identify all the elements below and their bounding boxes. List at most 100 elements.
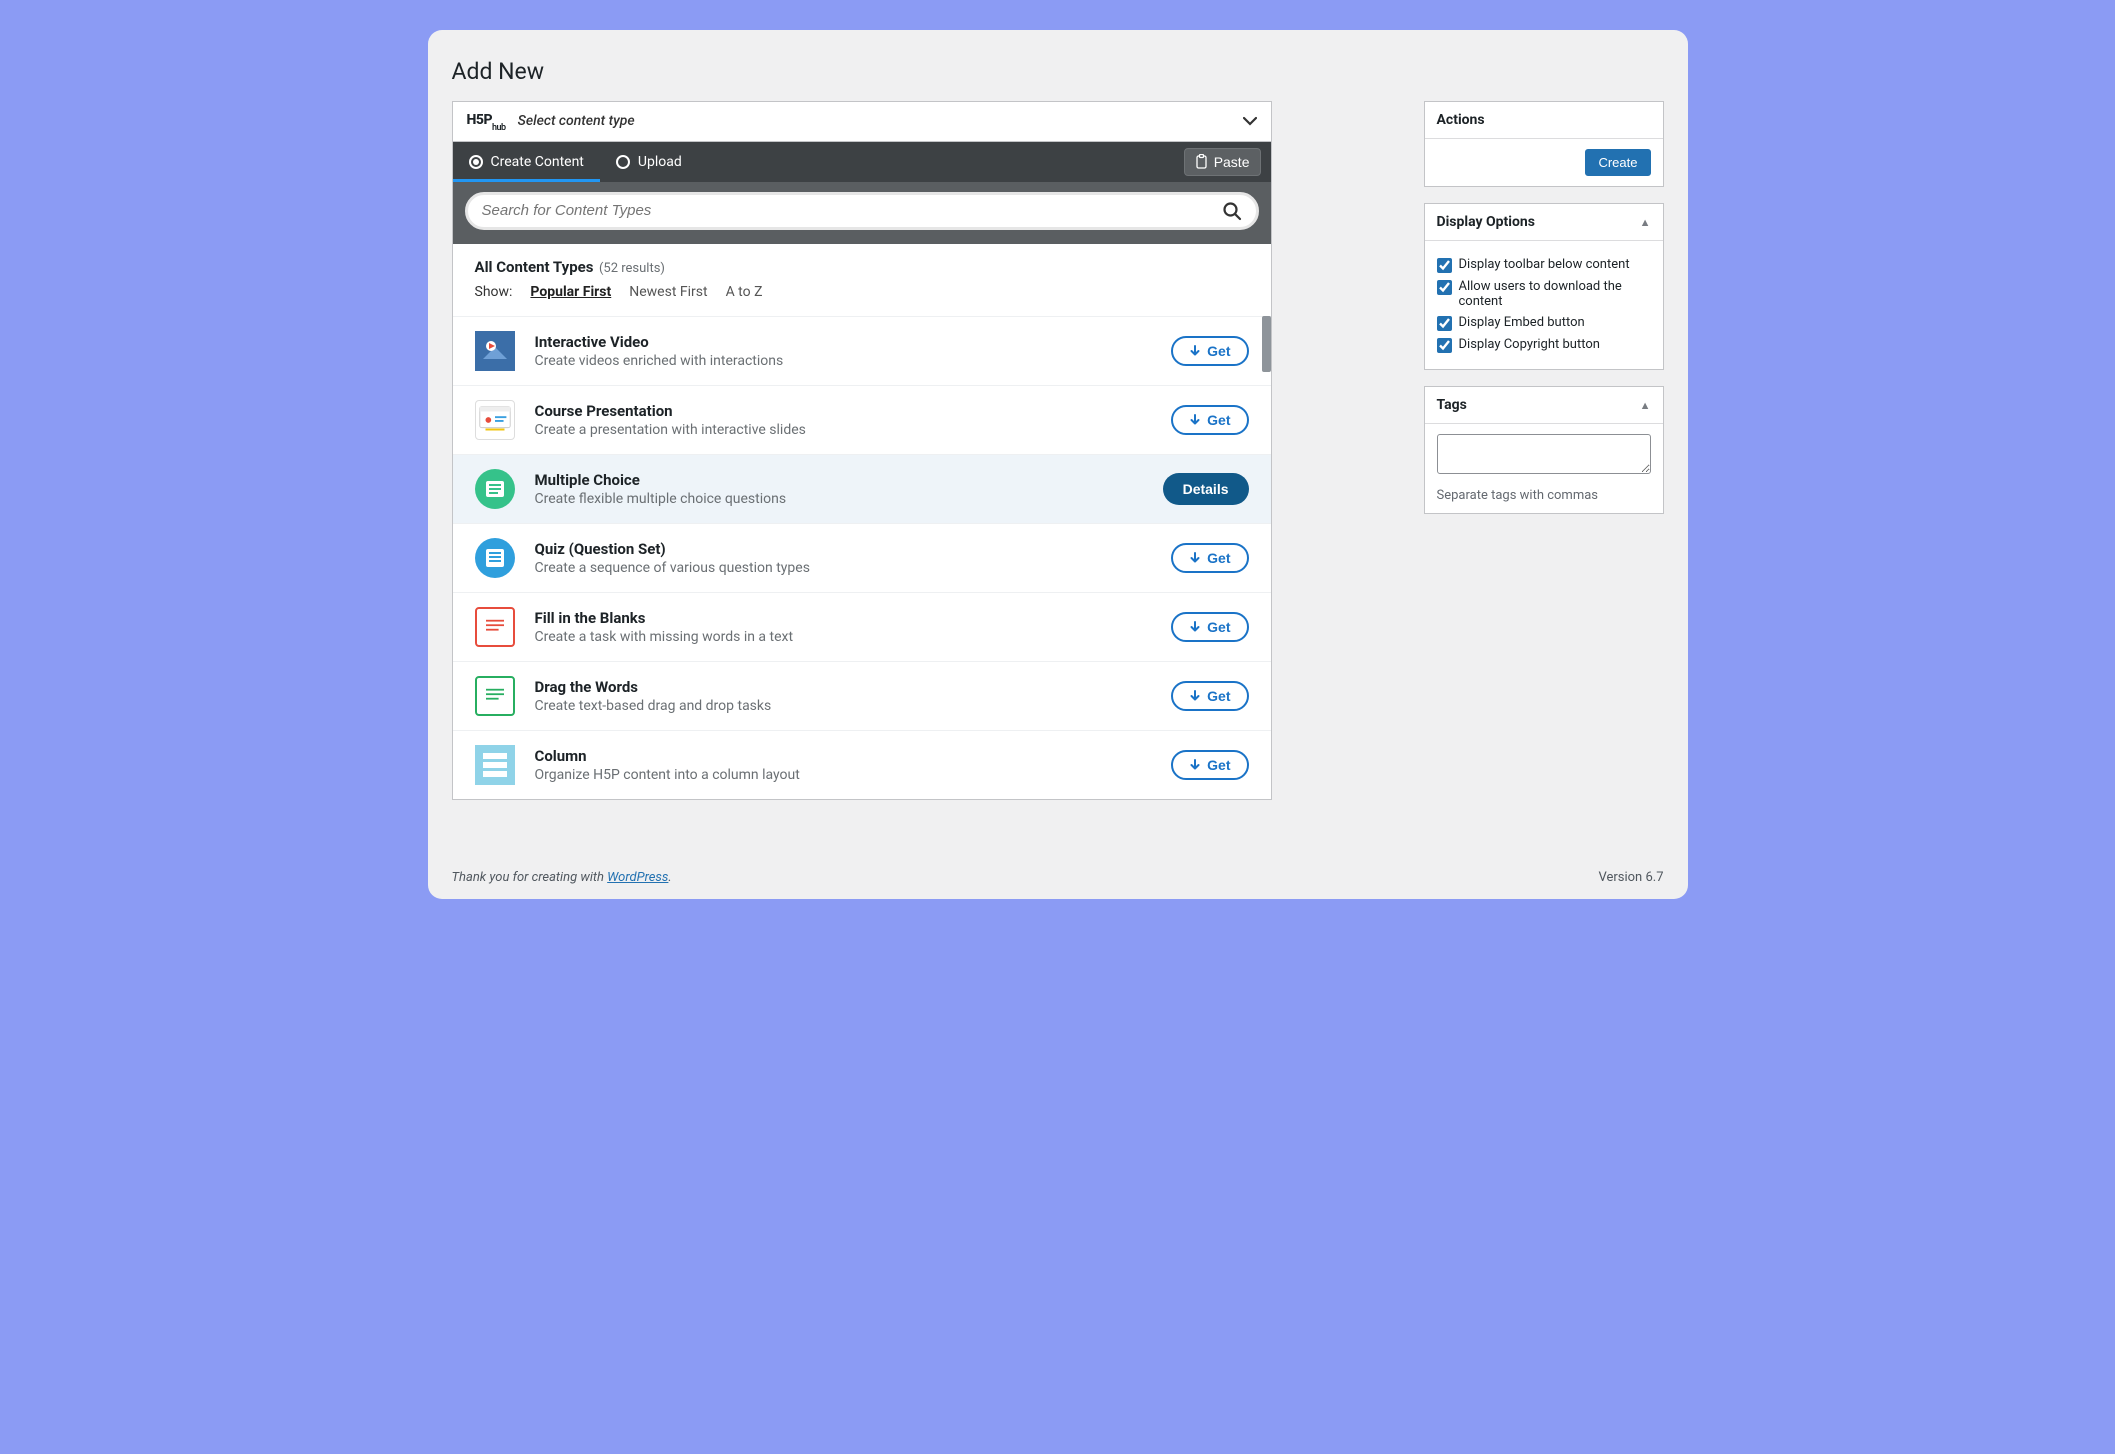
results-header: All Content Types (52 results) Show: Pop… [453, 244, 1271, 304]
display-option-label: Display toolbar below content [1459, 257, 1630, 272]
download-icon [1189, 759, 1201, 771]
content-type-row[interactable]: Course Presentation Create a presentation… [453, 385, 1271, 454]
sort-newest-first[interactable]: Newest First [629, 284, 707, 300]
radio-selected-icon [469, 155, 483, 169]
tab-create-content[interactable]: Create Content [453, 142, 600, 182]
tab-label: Create Content [491, 154, 584, 170]
get-label: Get [1207, 412, 1230, 428]
content-type-row[interactable]: Multiple Choice Create flexible multiple … [453, 454, 1271, 523]
display-option-checkbox[interactable] [1437, 338, 1452, 353]
triangle-up-icon: ▲ [1640, 216, 1651, 229]
get-button[interactable]: Get [1171, 612, 1248, 642]
paste-label: Paste [1214, 154, 1250, 170]
tags-box: Tags ▲ Separate tags with commas [1424, 386, 1664, 514]
show-label: Show: [475, 284, 513, 300]
get-button[interactable]: Get [1171, 750, 1248, 780]
content-type-description: Organize H5P content into a column layou… [535, 767, 1160, 783]
get-button[interactable]: Get [1171, 336, 1248, 366]
get-label: Get [1207, 688, 1230, 704]
sort-a-to-z[interactable]: A to Z [726, 284, 763, 300]
content-type-row[interactable]: Column Organize H5P content into a column… [453, 730, 1271, 799]
display-option-label: Display Embed button [1459, 315, 1585, 330]
tags-help-text: Separate tags with commas [1437, 488, 1651, 503]
footer-thanks: Thank you for creating with [452, 870, 608, 885]
triangle-up-icon: ▲ [1640, 399, 1651, 412]
tab-upload[interactable]: Upload [600, 142, 698, 182]
content-type-description: Create a sequence of various question ty… [535, 560, 1160, 576]
search-input[interactable] [482, 202, 1222, 219]
display-option-checkbox[interactable] [1437, 316, 1452, 331]
tags-heading[interactable]: Tags ▲ [1425, 387, 1663, 424]
content-type-description: Create a presentation with interactive s… [535, 422, 1160, 438]
select-content-type-label: Select content type [518, 113, 635, 129]
display-option-checkbox[interactable] [1437, 280, 1452, 295]
display-option-row[interactable]: Display toolbar below content [1437, 257, 1651, 273]
download-icon [1189, 414, 1201, 426]
display-options-box: Display Options ▲ Display toolbar below … [1424, 203, 1664, 370]
results-count: (52 results) [599, 261, 665, 276]
page-title: Add New [452, 58, 1664, 85]
content-type-title: Interactive Video [535, 333, 1160, 351]
get-button[interactable]: Get [1171, 405, 1248, 435]
version-label: Version 6.7 [1598, 870, 1663, 885]
content-type-icon [475, 745, 515, 785]
content-type-title: Drag the Words [535, 678, 1160, 696]
download-icon [1189, 552, 1201, 564]
download-icon [1189, 621, 1201, 633]
content-type-title: Quiz (Question Set) [535, 540, 1160, 558]
wordpress-link[interactable]: WordPress [607, 870, 668, 885]
hub-tabbar: Create Content Upload Paste [453, 142, 1271, 182]
display-option-checkbox[interactable] [1437, 258, 1452, 273]
scrollbar-thumb[interactable] [1262, 316, 1271, 372]
content-type-icon [475, 676, 515, 716]
content-type-description: Create flexible multiple choice question… [535, 491, 1151, 507]
sort-popular-first[interactable]: Popular First [530, 284, 611, 300]
content-type-list: Interactive Video Create videos enriched … [453, 316, 1271, 799]
display-option-row[interactable]: Display Embed button [1437, 315, 1651, 331]
hub-header[interactable]: H5Phub Select content type [453, 102, 1271, 142]
get-label: Get [1207, 619, 1230, 635]
tab-label: Upload [638, 154, 682, 170]
content-type-row[interactable]: Quiz (Question Set) Create a sequence of … [453, 523, 1271, 592]
display-option-row[interactable]: Display Copyright button [1437, 337, 1651, 353]
search-bar-area [453, 182, 1271, 244]
paste-button[interactable]: Paste [1184, 148, 1261, 176]
tags-input[interactable] [1437, 434, 1651, 474]
display-option-label: Display Copyright button [1459, 337, 1600, 352]
display-options-heading[interactable]: Display Options ▲ [1425, 204, 1663, 241]
get-label: Get [1207, 550, 1230, 566]
content-type-icon [475, 400, 515, 440]
get-button[interactable]: Get [1171, 681, 1248, 711]
display-option-row[interactable]: Allow users to download the content [1437, 279, 1651, 309]
content-type-description: Create videos enriched with interactions [535, 353, 1160, 369]
content-type-row[interactable]: Drag the Words Create text-based drag and… [453, 661, 1271, 730]
chevron-down-icon [1243, 116, 1257, 126]
get-button[interactable]: Get [1171, 543, 1248, 573]
search-icon[interactable] [1222, 201, 1242, 221]
footer-suffix: . [668, 870, 671, 885]
h5p-logo: H5Phub [467, 112, 506, 131]
content-type-icon [475, 469, 515, 509]
create-button[interactable]: Create [1585, 149, 1650, 176]
results-title: All Content Types [475, 258, 594, 276]
footer: Thank you for creating with WordPress. V… [452, 870, 1664, 885]
actions-box: Actions Create [1424, 101, 1664, 187]
download-icon [1189, 690, 1201, 702]
content-type-title: Fill in the Blanks [535, 609, 1160, 627]
content-type-description: Create text-based drag and drop tasks [535, 698, 1160, 714]
get-label: Get [1207, 343, 1230, 359]
h5p-hub-panel: H5Phub Select content type Create Conten… [452, 101, 1272, 800]
content-type-row[interactable]: Fill in the BlanksCreate a task with mis… [453, 592, 1271, 661]
display-option-label: Allow users to download the content [1459, 279, 1651, 309]
download-icon [1189, 345, 1201, 357]
actions-heading: Actions [1425, 102, 1663, 139]
content-type-title: Multiple Choice [535, 471, 1151, 489]
content-type-row[interactable]: Interactive Video Create videos enriched … [453, 316, 1271, 385]
content-type-title: Course Presentation [535, 402, 1160, 420]
content-type-icon [475, 538, 515, 578]
details-button[interactable]: Details [1163, 473, 1249, 505]
content-type-icon [475, 331, 515, 371]
content-type-title: Column [535, 747, 1160, 765]
radio-unselected-icon [616, 155, 630, 169]
get-label: Get [1207, 757, 1230, 773]
